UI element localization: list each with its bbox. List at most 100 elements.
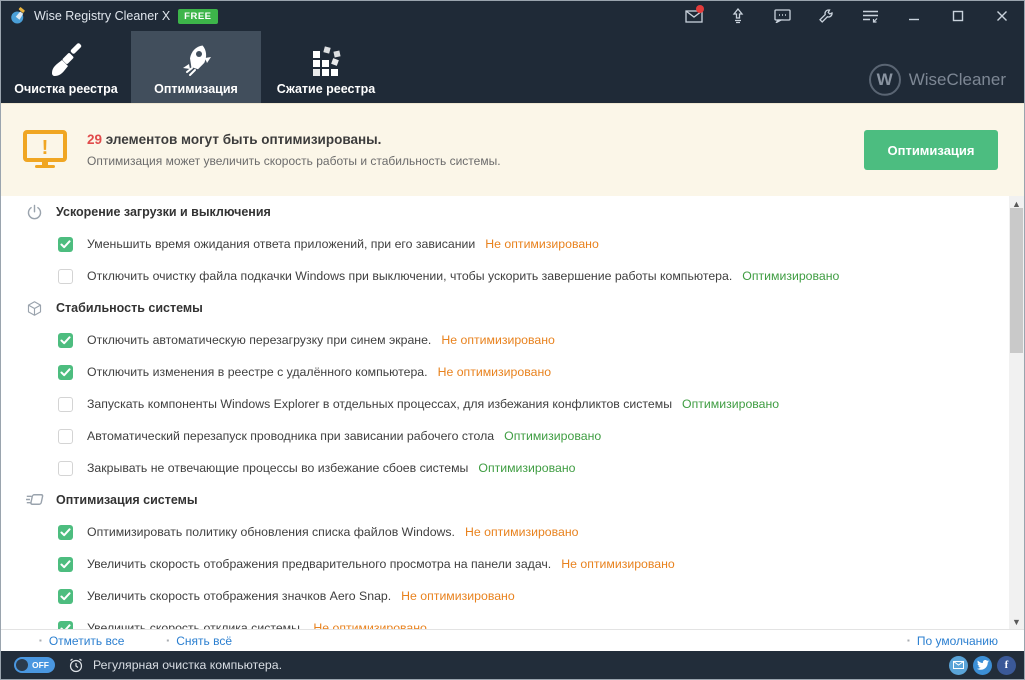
notification-bar: ! 29 элементов могут быть оптимизированы… <box>1 103 1024 196</box>
warning-monitor-icon: ! <box>23 130 67 170</box>
checkbox-unchecked[interactable] <box>58 269 73 284</box>
checkbox-checked[interactable] <box>58 557 73 572</box>
optimization-item-row: Закрывать не отвечающие процессы во избе… <box>1 452 1009 484</box>
checkbox-unchecked[interactable] <box>58 397 73 412</box>
section-header: Ускорение загрузки и выключения <box>1 196 1009 228</box>
item-text: Отключить изменения в реестре с удалённо… <box>87 365 428 379</box>
app-title: Wise Registry Cleaner X <box>34 9 170 23</box>
titlebar-actions <box>672 1 1024 31</box>
checkbox-checked[interactable] <box>58 589 73 604</box>
checkbox-checked[interactable] <box>58 621 73 630</box>
item-text: Увеличить скорость отображения предварит… <box>87 557 551 571</box>
item-text: Запускать компоненты Windows Explorer в … <box>87 397 672 411</box>
bullet-icon: ▪ <box>166 636 169 645</box>
optimizable-count: 29 <box>87 132 102 147</box>
twitter-icon[interactable] <box>973 656 992 675</box>
brand-logo: W WiseCleaner <box>869 64 1006 96</box>
notification-subtitle: Оптимизация может увеличить скорость раб… <box>87 154 864 168</box>
checkbox-unchecked[interactable] <box>58 461 73 476</box>
item-text: Увеличить скорость отклика системы. <box>87 621 303 629</box>
optimization-item-row: Увеличить скорость отображения значков A… <box>1 580 1009 612</box>
item-status: Оптимизировано <box>504 429 601 443</box>
item-status: Оптимизировано <box>478 461 575 475</box>
item-text: Уменьшить время ожидания ответа приложен… <box>87 237 475 251</box>
check-all-link[interactable]: ▪ Отметить все <box>39 634 124 648</box>
optimize-button[interactable]: Оптимизация <box>864 130 998 170</box>
upgrade-icon[interactable] <box>716 1 760 31</box>
footer-bar: ▪ Отметить все ▪ Снять всё ▪ По умолчани… <box>1 629 1024 651</box>
bullet-icon: ▪ <box>907 636 910 645</box>
optimization-item-row: Оптимизировать политику обновления списк… <box>1 516 1009 548</box>
checkbox-checked[interactable] <box>58 525 73 540</box>
speed-icon <box>26 492 43 509</box>
tools-icon[interactable] <box>804 1 848 31</box>
notification-dot <box>696 5 704 13</box>
power-icon <box>26 204 43 221</box>
brand-name: WiseCleaner <box>909 70 1006 90</box>
rocket-icon <box>179 42 213 78</box>
scrollbar-down-icon[interactable]: ▼ <box>1009 614 1024 629</box>
brush-icon <box>48 42 84 78</box>
section-title: Оптимизация системы <box>56 493 198 507</box>
item-text: Оптимизировать политику обновления списк… <box>87 525 455 539</box>
close-button[interactable] <box>980 1 1024 31</box>
item-status: Не оптимизировано <box>561 557 675 571</box>
notification-texts: 29 элементов могут быть оптимизированы. … <box>87 132 864 168</box>
minimize-button[interactable] <box>892 1 936 31</box>
notification-title: 29 элементов могут быть оптимизированы. <box>87 132 864 147</box>
tab-label: Очистка реестра <box>14 82 117 96</box>
optimization-item-row: Отключить изменения в реестре с удалённо… <box>1 356 1009 388</box>
maximize-button[interactable] <box>936 1 980 31</box>
tab-label: Сжатие реестра <box>277 82 375 96</box>
scrollbar[interactable]: ▲ ▼ <box>1009 196 1024 629</box>
tab-registry-compact[interactable]: Сжатие реестра <box>261 31 391 103</box>
checkbox-checked[interactable] <box>58 365 73 380</box>
optimization-list: Ускорение загрузки и выключения Уменьшить… <box>1 196 1009 629</box>
bullet-icon: ▪ <box>39 636 42 645</box>
item-status: Не оптимизировано <box>441 333 555 347</box>
toggle-label: OFF <box>32 660 49 670</box>
optimization-item-row: Отключить очистку файла подкачки Windows… <box>1 260 1009 292</box>
compact-icon <box>309 42 343 78</box>
section-title: Стабильность системы <box>56 301 203 315</box>
facebook-icon[interactable]: f <box>997 656 1016 675</box>
item-status: Оптимизировано <box>742 269 839 283</box>
app-window: Wise Registry Cleaner X FREE <box>0 0 1025 680</box>
toggle-knob <box>16 659 28 671</box>
tab-optimization[interactable]: Оптимизация <box>131 31 261 103</box>
status-text: Регулярная очистка компьютера. <box>93 658 282 672</box>
tab-registry-cleaner[interactable]: Очистка реестра <box>1 31 131 103</box>
optimization-item-row: Уменьшить время ожидания ответа приложен… <box>1 228 1009 260</box>
item-text: Отключить автоматическую перезагрузку пр… <box>87 333 431 347</box>
app-logo-icon <box>9 7 27 25</box>
scrollbar-thumb[interactable] <box>1010 208 1023 353</box>
uncheck-all-link[interactable]: ▪ Снять всё <box>166 634 232 648</box>
optimization-item-row: Запускать компоненты Windows Explorer в … <box>1 388 1009 420</box>
optimization-item-row: Увеличить скорость отображения предварит… <box>1 548 1009 580</box>
item-status: Не оптимизировано <box>401 589 515 603</box>
content-area: Ускорение загрузки и выключения Уменьшить… <box>1 196 1024 629</box>
email-icon[interactable] <box>949 656 968 675</box>
checkbox-checked[interactable] <box>58 333 73 348</box>
defaults-link[interactable]: ▪ По умолчанию <box>907 634 998 648</box>
item-status: Не оптимизировано <box>465 525 579 539</box>
checkbox-checked[interactable] <box>58 237 73 252</box>
tab-bar: Очистка реестра Оптимизация Сжатие реестра… <box>1 31 1024 103</box>
item-text: Увеличить скорость отображения значков A… <box>87 589 391 603</box>
item-status: Не оптимизировано <box>485 237 599 251</box>
optimization-item-row: Отключить автоматическую перезагрузку пр… <box>1 324 1009 356</box>
section-title: Ускорение загрузки и выключения <box>56 205 271 219</box>
optimization-item-row: Увеличить скорость отклика системы. Не оп… <box>1 612 1009 629</box>
tab-label: Оптимизация <box>154 82 238 96</box>
checkbox-unchecked[interactable] <box>58 429 73 444</box>
menu-icon[interactable] <box>848 1 892 31</box>
item-text: Закрывать не отвечающие процессы во избе… <box>87 461 468 475</box>
optimization-item-row: Автоматический перезапуск проводника при… <box>1 420 1009 452</box>
item-text: Отключить очистку файла подкачки Windows… <box>87 269 732 283</box>
alarm-clock-icon <box>68 657 84 673</box>
mail-icon[interactable] <box>672 1 716 31</box>
schedule-toggle[interactable]: OFF <box>14 657 55 673</box>
feedback-icon[interactable] <box>760 1 804 31</box>
cube-icon <box>26 300 43 317</box>
item-status: Не оптимизировано <box>313 621 427 629</box>
